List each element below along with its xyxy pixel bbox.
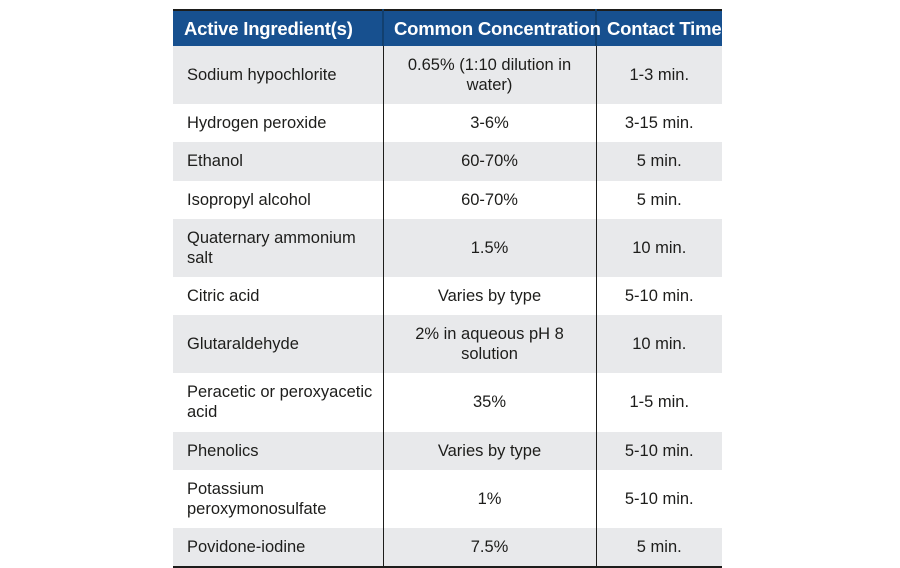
page-root: Active Ingredient(s) Common Concentratio… bbox=[0, 0, 900, 568]
cell-common-concentration: 60-70% bbox=[382, 180, 596, 219]
cell-active-ingredient: Citric acid bbox=[173, 276, 383, 315]
column-header-common-concentration: Common Concentration bbox=[382, 10, 601, 46]
table-body: Sodium hypochlorite 0.65% (1:10 dilution … bbox=[173, 46, 722, 567]
table-row: Peracetic or peroxyacetic acid 35% 1-5 min… bbox=[173, 373, 722, 432]
table-row: Sodium hypochlorite 0.65% (1:10 dilution … bbox=[173, 46, 722, 105]
column-header-active-ingredient: Active Ingredient(s) bbox=[184, 17, 353, 39]
column-header-contact-time: Contact Time bbox=[595, 10, 722, 46]
cell-common-concentration: 7.5% bbox=[382, 527, 596, 567]
cell-contact-time: 1-3 min. bbox=[595, 46, 722, 105]
cell-common-concentration: Varies by type bbox=[382, 431, 596, 470]
table-row: Glutaraldehyde 2% in aqueous pH 8 solutio… bbox=[173, 315, 722, 374]
cell-active-ingredient: Povidone-iodine bbox=[173, 527, 383, 567]
cell-common-concentration: 2% in aqueous pH 8 solution bbox=[382, 315, 596, 374]
cell-active-ingredient: Potassium peroxymonosulfate bbox=[173, 469, 383, 528]
cell-contact-time: 10 min. bbox=[595, 218, 722, 277]
cell-common-concentration: 0.65% (1:10 dilution in water) bbox=[382, 46, 596, 105]
table-row: Citric acid Varies by type 5-10 min. bbox=[173, 276, 722, 315]
cell-common-concentration: 1% bbox=[382, 469, 596, 528]
cell-common-concentration: Varies by type bbox=[382, 276, 596, 315]
cell-contact-time: 5 min. bbox=[595, 527, 722, 567]
cell-contact-time: 5 min. bbox=[595, 180, 722, 219]
cell-active-ingredient: Quaternary ammonium salt bbox=[173, 218, 383, 277]
cell-contact-time: 5-10 min. bbox=[595, 431, 722, 470]
table-container: Active Ingredient(s) Common Concentratio… bbox=[173, 9, 722, 568]
cell-active-ingredient: Ethanol bbox=[173, 142, 383, 181]
table-row: Povidone-iodine 7.5% 5 min. bbox=[173, 527, 722, 567]
cell-active-ingredient: Phenolics bbox=[173, 431, 383, 470]
disinfectant-table: Active Ingredient(s) Common Concentratio… bbox=[173, 9, 722, 568]
table-row: Hydrogen peroxide 3-6% 3-15 min. bbox=[173, 104, 722, 143]
table-header-row: Active Ingredient(s) Common Concentratio… bbox=[173, 10, 722, 46]
table-row: Isopropyl alcohol 60-70% 5 min. bbox=[173, 180, 722, 219]
cell-contact-time: 1-5 min. bbox=[595, 373, 722, 432]
cell-active-ingredient: Hydrogen peroxide bbox=[173, 104, 383, 143]
cell-contact-time: 5 min. bbox=[595, 142, 722, 181]
table-row: Phenolics Varies by type 5-10 min. bbox=[173, 431, 722, 470]
cell-active-ingredient: Sodium hypochlorite bbox=[173, 46, 383, 105]
cell-common-concentration: 35% bbox=[382, 373, 596, 432]
table-row: Ethanol 60-70% 5 min. bbox=[173, 142, 722, 181]
cell-contact-time: 5-10 min. bbox=[595, 469, 722, 528]
cell-common-concentration: 3-6% bbox=[382, 104, 596, 143]
cell-contact-time: 3-15 min. bbox=[595, 104, 722, 143]
cell-active-ingredient: Peracetic or peroxyacetic acid bbox=[173, 373, 383, 432]
cell-active-ingredient: Isopropyl alcohol bbox=[173, 180, 383, 219]
table-row: Quaternary ammonium salt 1.5% 10 min. bbox=[173, 218, 722, 277]
cell-active-ingredient: Glutaraldehyde bbox=[173, 315, 383, 374]
cell-common-concentration: 60-70% bbox=[382, 142, 596, 181]
cell-common-concentration: 1.5% bbox=[382, 218, 596, 277]
table-row: Potassium peroxymonosulfate 1% 5-10 min. bbox=[173, 469, 722, 528]
cell-contact-time: 5-10 min. bbox=[595, 276, 722, 315]
table-header: Active Ingredient(s) Common Concentratio… bbox=[173, 10, 722, 46]
cell-contact-time: 10 min. bbox=[595, 315, 722, 374]
